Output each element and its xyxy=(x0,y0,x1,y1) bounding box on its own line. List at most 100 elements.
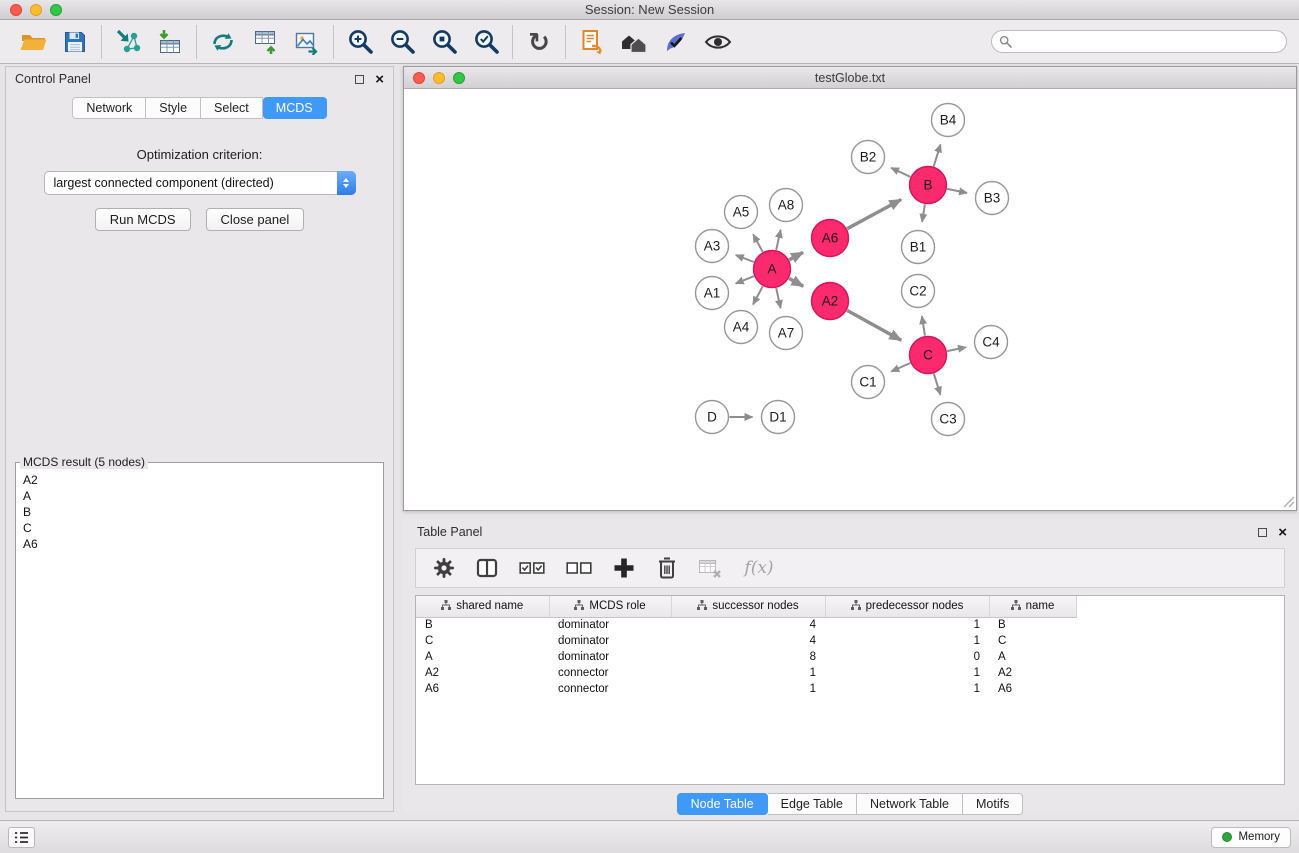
tab-select[interactable]: Select xyxy=(201,97,263,119)
export-network-button[interactable] xyxy=(202,24,244,60)
zoom-fit-button[interactable] xyxy=(423,24,465,60)
delete-column-button[interactable] xyxy=(653,554,681,582)
table-panel-tabs: Node TableEdge TableNetwork TableMotifs xyxy=(403,793,1297,815)
table-close-panel-icon[interactable]: × xyxy=(1278,525,1287,540)
network-canvas[interactable]: B4B2BB3A5A8A6A3AB1A1A2C2A4A7C4CC1DD1C3 xyxy=(404,89,1296,509)
table-row[interactable]: Cdominator41C xyxy=(416,633,1076,649)
network-node-label: C2 xyxy=(909,284,926,299)
network-svg[interactable]: B4B2BB3A5A8A6A3AB1A1A2C2A4A7C4CC1DD1C3 xyxy=(404,89,1296,509)
network-edge[interactable] xyxy=(736,255,754,262)
save-session-button[interactable] xyxy=(54,24,96,60)
zoom-in-button[interactable] xyxy=(339,24,381,60)
column-header[interactable]: name xyxy=(989,596,1076,617)
column-header[interactable]: MCDS role xyxy=(549,596,671,617)
search-input[interactable] xyxy=(991,30,1287,53)
table-row[interactable]: Bdominator41B xyxy=(416,617,1076,633)
column-header[interactable]: predecessor nodes xyxy=(825,596,989,617)
run-mcds-button[interactable]: Run MCDS xyxy=(95,208,191,231)
close-window-button[interactable] xyxy=(10,4,22,16)
network-edge[interactable] xyxy=(753,234,763,252)
column-header[interactable]: shared name xyxy=(416,596,549,617)
network-node-label: C1 xyxy=(859,375,876,390)
resize-grip-icon[interactable] xyxy=(1283,496,1295,508)
column-header[interactable]: successor nodes xyxy=(671,596,825,617)
zoom-selected-button[interactable] xyxy=(465,24,507,60)
zoom-window-button[interactable] xyxy=(50,4,62,16)
delete-table-button[interactable] xyxy=(696,554,724,582)
mcds-result-box: MCDS result (5 nodes) A2ABCA6 xyxy=(15,455,384,799)
table-settings-button[interactable] xyxy=(430,554,458,582)
annotation-document-button[interactable] xyxy=(571,24,613,60)
table-tab-node-table[interactable]: Node Table xyxy=(677,793,768,815)
network-window: testGlobe.txt B4B2BB3A5A8A6A3AB1A1A2C2A4… xyxy=(403,66,1297,511)
table-row[interactable]: A6connector11A6 xyxy=(416,681,1076,697)
network-edge[interactable] xyxy=(789,252,803,259)
mcds-result-item[interactable]: A xyxy=(23,488,376,504)
memory-button[interactable]: Memory xyxy=(1211,827,1291,848)
network-edge[interactable] xyxy=(891,363,910,372)
style-check-button[interactable] xyxy=(655,24,697,60)
function-builder-button[interactable]: f(x) xyxy=(739,554,779,582)
close-panel-button[interactable]: Close panel xyxy=(206,208,305,231)
deselect-all-button[interactable] xyxy=(563,554,595,582)
tab-style[interactable]: Style xyxy=(146,97,201,119)
network-edge[interactable] xyxy=(847,310,901,340)
network-edge[interactable] xyxy=(753,286,763,304)
add-column-button[interactable] xyxy=(610,554,638,582)
network-node-label: A5 xyxy=(733,205,750,220)
network-node-label: D xyxy=(707,410,717,425)
tab-network[interactable]: Network xyxy=(72,97,146,119)
network-edge[interactable] xyxy=(934,144,941,166)
select-all-button[interactable] xyxy=(516,554,548,582)
network-edge[interactable] xyxy=(789,278,803,286)
network-edge[interactable] xyxy=(922,204,925,222)
task-history-button[interactable] xyxy=(8,827,35,848)
float-panel-icon[interactable] xyxy=(355,75,364,84)
optimization-dropdown[interactable]: largest connected component (directed) xyxy=(44,171,356,195)
network-edge[interactable] xyxy=(736,276,754,283)
refresh-icon: ↻ xyxy=(528,29,550,55)
annotation-document-icon xyxy=(580,29,604,55)
mcds-result-item[interactable]: A6 xyxy=(23,536,376,552)
show-hide-button[interactable] xyxy=(697,24,739,60)
mcds-result-item[interactable]: C xyxy=(23,520,376,536)
table-cell: A6 xyxy=(989,681,1076,697)
export-image-button[interactable] xyxy=(286,24,328,60)
table-tab-edge-table[interactable]: Edge Table xyxy=(768,793,857,815)
mcds-result-item[interactable]: A2 xyxy=(23,472,376,488)
network-edge[interactable] xyxy=(891,168,910,177)
select-all-icon xyxy=(519,558,545,578)
network-edge[interactable] xyxy=(776,230,780,250)
table-tab-network-table[interactable]: Network Table xyxy=(857,793,963,815)
import-table-button[interactable] xyxy=(149,24,191,60)
node-table-container: shared nameMCDS rolesuccessor nodesprede… xyxy=(415,595,1285,785)
table-row[interactable]: Adominator80A xyxy=(416,649,1076,665)
minimize-window-button[interactable] xyxy=(30,4,42,16)
network-edge[interactable] xyxy=(947,189,967,193)
network-edge[interactable] xyxy=(922,316,925,336)
open-session-button[interactable] xyxy=(12,24,54,60)
toolbar-separator xyxy=(512,25,513,59)
import-network-button[interactable] xyxy=(107,24,149,60)
network-minimize-button[interactable] xyxy=(433,72,445,84)
network-node-label: A8 xyxy=(778,198,795,213)
table-tab-motifs[interactable]: Motifs xyxy=(963,793,1023,815)
network-edge[interactable] xyxy=(934,374,941,395)
network-zoom-button[interactable] xyxy=(453,72,465,84)
table-float-panel-icon[interactable] xyxy=(1258,528,1267,537)
network-edge[interactable] xyxy=(847,200,901,229)
tab-mcds[interactable]: MCDS xyxy=(263,97,327,119)
show-columns-button[interactable] xyxy=(473,554,501,582)
export-table-button[interactable] xyxy=(244,24,286,60)
network-close-button[interactable] xyxy=(413,72,425,84)
zoom-out-icon xyxy=(389,28,416,55)
network-overview-button[interactable] xyxy=(613,24,655,60)
refresh-layout-button[interactable]: ↻ xyxy=(518,24,560,60)
table-row[interactable]: A2connector11A2 xyxy=(416,665,1076,681)
mcds-result-item[interactable]: B xyxy=(23,504,376,520)
network-edge[interactable] xyxy=(947,347,966,351)
network-edge[interactable] xyxy=(776,288,780,308)
close-panel-icon[interactable]: × xyxy=(375,72,384,87)
zoom-out-button[interactable] xyxy=(381,24,423,60)
network-node-label: A2 xyxy=(822,294,839,309)
